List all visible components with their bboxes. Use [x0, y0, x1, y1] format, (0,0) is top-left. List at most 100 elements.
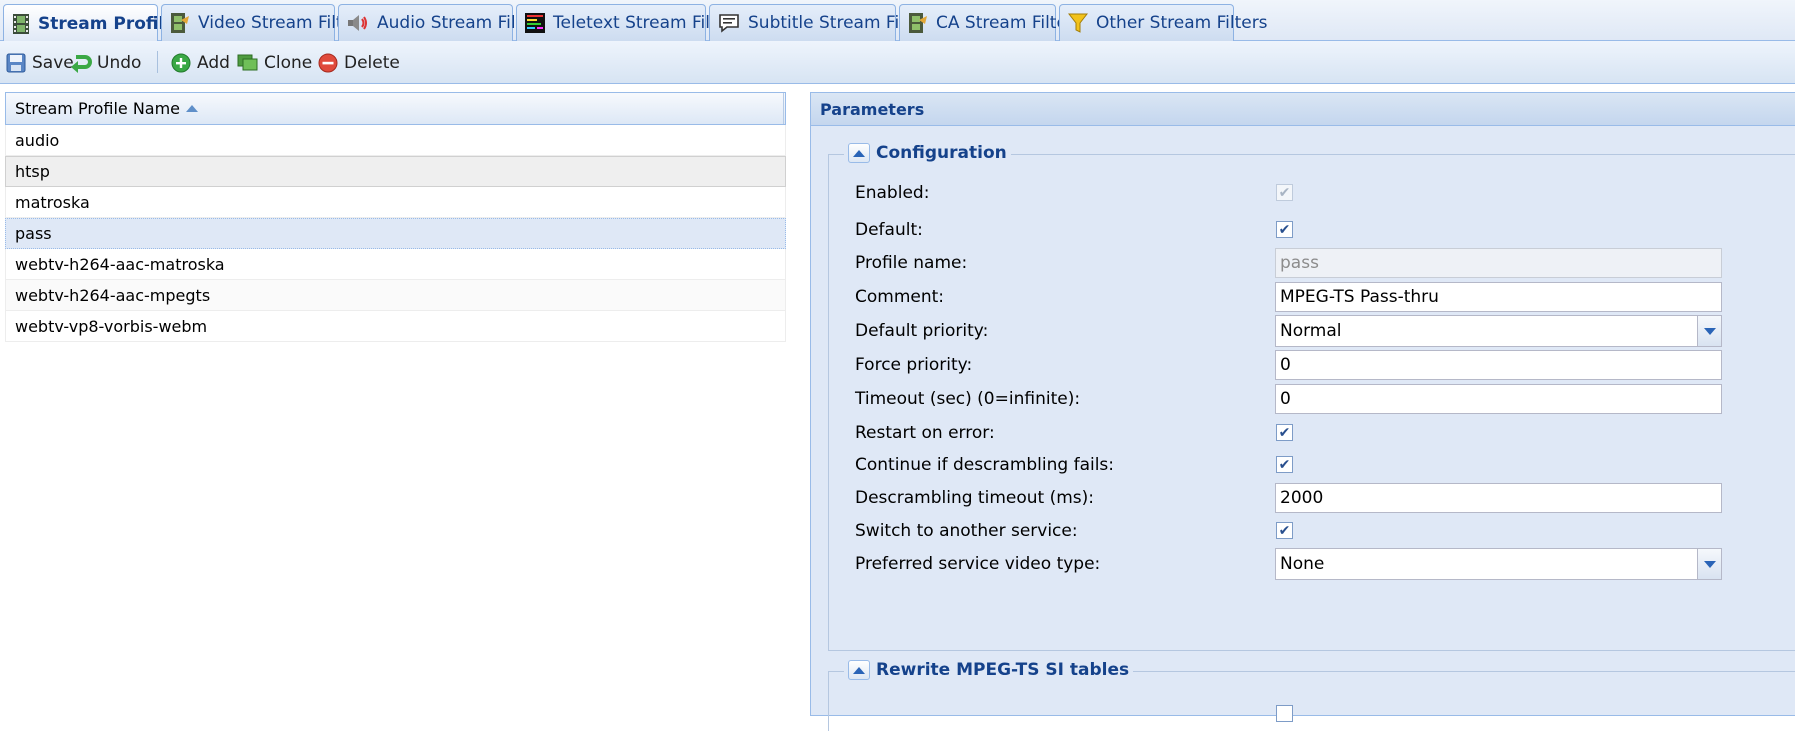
clone-label: Clone — [264, 52, 313, 73]
row-cell: webtv-h264-aac-matroska — [15, 254, 225, 274]
restart-on-error-checkbox[interactable]: ✔ — [1276, 424, 1293, 441]
speech-bubble-icon — [718, 12, 740, 34]
undo-button[interactable]: Undo — [70, 50, 141, 75]
tab-other-stream-filters[interactable]: Other Stream Filters — [1059, 4, 1268, 41]
collapse-up-icon — [853, 666, 865, 674]
delete-icon — [317, 52, 339, 74]
row-cell: webtv-h264-aac-mpegts — [15, 285, 211, 305]
rewrite-fieldset: Rewrite MPEG-TS SI tables — [828, 660, 1795, 731]
field-label: Descrambling timeout (ms): — [855, 488, 1094, 508]
select-value: None — [1280, 554, 1325, 574]
teletext-icon — [525, 12, 545, 34]
field-label: Preferred service video type: — [855, 554, 1101, 574]
funnel-icon — [1068, 12, 1088, 34]
table-row-selected[interactable]: pass — [5, 218, 786, 249]
preferred-video-type-select[interactable]: None — [1275, 548, 1722, 580]
film-strip-icon — [12, 13, 30, 35]
descrambling-timeout-field[interactable]: 2000 — [1275, 483, 1722, 513]
field-label: Restart on error: — [855, 423, 995, 443]
table-row[interactable]: webtv-vp8-vorbis-webm — [5, 311, 786, 342]
stream-profiles-grid: Stream Profile Name audio htsp matroska … — [5, 92, 786, 342]
row-cell: audio — [15, 130, 60, 150]
force-priority-field[interactable]: 0 — [1275, 350, 1722, 380]
field-label: Default: — [855, 220, 923, 240]
save-button[interactable]: Save — [5, 50, 74, 75]
row-cell: webtv-vp8-vorbis-webm — [15, 316, 208, 336]
column-header-label: Stream Profile Name — [15, 99, 181, 118]
profile-name-field[interactable]: pass — [1275, 248, 1722, 278]
tab-ca-stream-filters[interactable]: CA Stream Filters — [899, 4, 1083, 41]
add-label: Add — [197, 52, 230, 73]
row-cell: matroska — [15, 192, 90, 212]
clone-icon — [237, 52, 259, 74]
table-row[interactable]: htsp — [5, 156, 786, 187]
table-row[interactable]: webtv-h264-aac-matroska — [5, 249, 786, 280]
field-restart-on-error: Restart on error: ✔ — [829, 416, 1794, 450]
field-descrambling-timeout: Descrambling timeout (ms): 2000 — [829, 481, 1794, 515]
field-profile-name: Profile name: pass — [829, 246, 1794, 280]
field-default-priority: Default priority: Normal — [829, 314, 1794, 348]
continue-descrambling-checkbox[interactable]: ✔ — [1276, 456, 1293, 473]
collapse-button[interactable] — [848, 660, 870, 680]
field-label: Timeout (sec) (0=infinite): — [855, 389, 1081, 409]
configuration-legend: Configuration — [844, 143, 1011, 163]
field-enabled: Enabled: ✔ — [829, 176, 1794, 210]
delete-button[interactable]: Delete — [317, 50, 400, 75]
tab-subtitle-stream-filters[interactable]: Subtitle Stream Filters — [709, 4, 937, 41]
sort-ascending-icon — [186, 105, 199, 112]
field-switch-service: Switch to another service: ✔ — [829, 514, 1794, 548]
tab-video-stream-filters[interactable]: Video Stream Filters — [161, 4, 369, 41]
column-header-stream-profile-name[interactable]: Stream Profile Name — [5, 92, 786, 125]
add-icon — [170, 52, 192, 74]
field-label: Comment: — [855, 287, 945, 307]
fieldset-title: Rewrite MPEG-TS SI tables — [876, 660, 1130, 680]
timeout-field[interactable]: 0 — [1275, 384, 1722, 414]
undo-label: Undo — [97, 52, 142, 73]
switch-service-checkbox[interactable]: ✔ — [1276, 522, 1293, 539]
undo-icon — [70, 52, 92, 74]
table-row[interactable]: matroska — [5, 187, 786, 218]
tab-teletext-stream-filters[interactable]: Teletext Stream Filters — [516, 4, 743, 41]
column-resize-handle[interactable] — [783, 93, 784, 124]
field-label: Switch to another service: — [855, 521, 1078, 541]
field-label: Profile name: — [855, 253, 968, 273]
field-force-priority: Force priority: 0 — [829, 348, 1794, 382]
field-label: Force priority: — [855, 355, 973, 375]
tab-audio-stream-filters[interactable]: Audio Stream Filters — [338, 4, 549, 41]
toolbar-separator — [157, 51, 158, 73]
default-checkbox[interactable]: ✔ — [1276, 221, 1293, 238]
parameters-panel: Parameters Configuration Enabled: ✔ Defa… — [810, 92, 1795, 731]
tab-stream-profiles[interactable]: Stream Profiles — [3, 4, 186, 42]
field-continue-descrambling: Continue if descrambling fails: ✔ — [829, 448, 1794, 482]
panel-title: Parameters — [811, 93, 1795, 126]
add-button[interactable]: Add — [170, 50, 230, 75]
speaker-icon — [347, 12, 369, 34]
field-label: Enabled: — [855, 183, 930, 203]
table-row[interactable]: webtv-h264-aac-mpegts — [5, 280, 786, 311]
partial-checkbox[interactable] — [1276, 705, 1293, 722]
collapse-up-icon — [853, 149, 865, 157]
configuration-fieldset: Configuration Enabled: ✔ Default: ✔ Prof… — [828, 143, 1795, 651]
ca-filter-icon — [908, 12, 928, 34]
toolbar: Save Undo Add Clone Delete — [0, 41, 1795, 84]
save-icon — [5, 52, 27, 74]
comment-field[interactable]: MPEG-TS Pass-thru — [1275, 282, 1722, 312]
clone-button[interactable]: Clone — [237, 50, 312, 75]
field-comment: Comment: MPEG-TS Pass-thru — [829, 280, 1794, 314]
save-label: Save — [32, 52, 74, 73]
field-label: Default priority: — [855, 321, 989, 341]
delete-label: Delete — [344, 52, 400, 73]
rewrite-legend: Rewrite MPEG-TS SI tables — [844, 660, 1134, 680]
collapse-button[interactable] — [848, 143, 870, 163]
select-value: Normal — [1280, 321, 1342, 341]
field-preferred-video-type: Preferred service video type: None — [829, 547, 1794, 581]
table-row[interactable]: audio — [5, 125, 786, 156]
enabled-checkbox[interactable]: ✔ — [1276, 184, 1293, 201]
dropdown-trigger[interactable] — [1697, 316, 1721, 346]
default-priority-select[interactable]: Normal — [1275, 315, 1722, 347]
field-label: Continue if descrambling fails: — [855, 455, 1115, 475]
field-default: Default: ✔ — [829, 213, 1794, 247]
tab-label: Other Stream Filters — [1096, 13, 1268, 33]
row-cell: pass — [15, 224, 52, 243]
dropdown-trigger[interactable] — [1697, 549, 1721, 579]
